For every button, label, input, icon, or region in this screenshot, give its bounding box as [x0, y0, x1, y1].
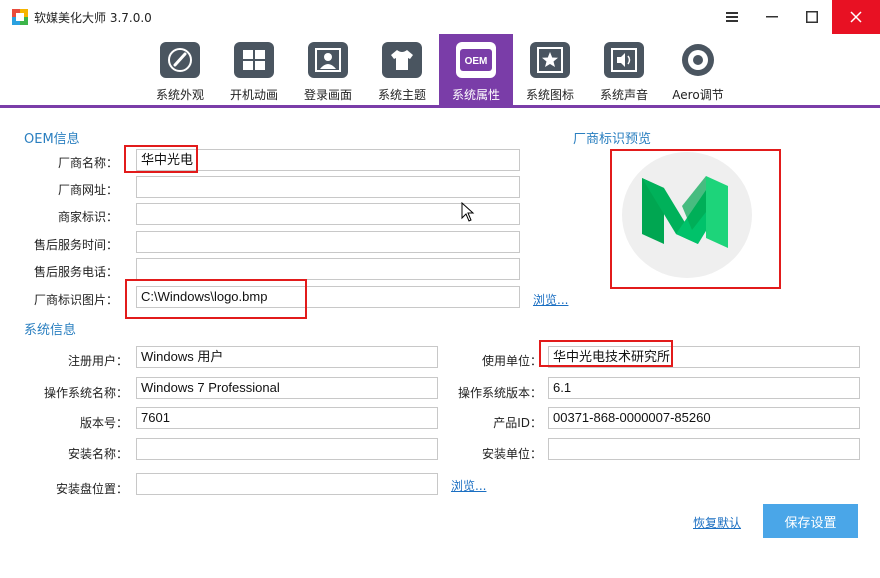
speaker-icon — [604, 42, 644, 78]
vendor-name-label: 厂商名称： — [57, 156, 118, 170]
tab-label: 系统外观 — [155, 88, 204, 102]
tab-label: 登录画面 — [303, 88, 352, 102]
maximize-icon[interactable] — [792, 0, 832, 34]
tab-aero-adjust[interactable]: Aero调节 — [661, 34, 735, 105]
build-number-field[interactable]: 7601 — [136, 407, 438, 429]
organization-label: 使用单位： — [481, 354, 542, 368]
organization-field[interactable]: 华中光电技术研究所 — [548, 346, 860, 368]
main-tab-bar: 系统外观 开机动画 登录画面 系统主题 OEM 系统属性 系统图标 系统声音 A… — [0, 34, 880, 108]
support-hours-label: 售后服务时间： — [33, 238, 118, 252]
install-name-label: 安装名称： — [67, 447, 128, 461]
system-section-title: 系统信息 — [24, 323, 77, 338]
oem-icon-text: OEM — [465, 56, 488, 67]
minimize-icon[interactable] — [752, 0, 792, 34]
product-id-field[interactable]: 00371-868-0000007-85260 — [548, 407, 860, 429]
os-name-label: 操作系统名称： — [43, 386, 128, 400]
user-icon — [308, 42, 348, 78]
install-org-field[interactable] — [548, 438, 860, 460]
tab-label: 系统声音 — [599, 88, 648, 102]
support-hours-field[interactable] — [136, 231, 520, 253]
tab-system-theme[interactable]: 系统主题 — [365, 34, 439, 105]
tshirt-icon — [382, 42, 422, 78]
os-name-field[interactable]: Windows 7 Professional — [136, 377, 438, 399]
mouse-cursor-icon — [461, 202, 475, 222]
logo-image-path-field[interactable]: C:\Windows\logo.bmp — [136, 286, 520, 308]
vendor-url-field[interactable] — [136, 176, 520, 198]
tab-label: 系统图标 — [525, 88, 574, 102]
hamburger-icon[interactable] — [712, 0, 752, 34]
registered-user-field[interactable]: Windows 用户 — [136, 346, 438, 368]
tab-login-screen[interactable]: 登录画面 — [291, 34, 365, 105]
tab-label: Aero调节 — [672, 88, 724, 102]
title-bar: 软媒美化大师 3.7.0.0 — [0, 0, 880, 34]
tab-boot-animation[interactable]: 开机动画 — [217, 34, 291, 105]
windows-logo-icon — [234, 42, 274, 78]
install-name-field[interactable] — [136, 438, 438, 460]
brush-icon — [160, 42, 200, 78]
os-version-field[interactable]: 6.1 — [548, 377, 860, 399]
tab-label: 系统属性 — [451, 88, 500, 102]
os-version-label: 操作系统版本： — [457, 386, 542, 400]
restore-defaults-link[interactable]: 恢复默认 — [693, 514, 741, 531]
tab-system-sounds[interactable]: 系统声音 — [587, 34, 661, 105]
product-id-label: 产品ID： — [493, 416, 542, 430]
star-icon — [530, 42, 570, 78]
oem-icon: OEM — [456, 42, 496, 78]
tab-label: 开机动画 — [229, 88, 278, 102]
install-drive-browse-link[interactable]: 浏览... — [451, 477, 486, 494]
aero-ring-icon — [678, 42, 718, 78]
install-org-label: 安装单位： — [481, 447, 542, 461]
save-settings-button[interactable]: 保存设置 — [763, 504, 858, 538]
install-drive-field[interactable] — [136, 473, 438, 495]
build-number-label: 版本号： — [79, 416, 128, 430]
close-icon[interactable] — [832, 0, 880, 34]
medium-m-logo — [642, 176, 728, 248]
logo-preview — [622, 152, 752, 278]
oem-section-title: OEM信息 — [24, 132, 80, 147]
support-phone-label: 售后服务电话： — [33, 265, 118, 279]
preview-title: 厂商标识预览 — [573, 132, 652, 147]
merchant-id-label: 商家标识： — [57, 210, 118, 224]
app-logo-icon — [12, 9, 28, 25]
vendor-url-label: 厂商网址： — [57, 183, 118, 197]
logo-image-label: 厂商标识图片： — [33, 293, 118, 307]
tab-system-icons[interactable]: 系统图标 — [513, 34, 587, 105]
window-title: 软媒美化大师 3.7.0.0 — [34, 11, 152, 25]
tab-system-appearance[interactable]: 系统外观 — [143, 34, 217, 105]
tab-label: 系统主题 — [377, 88, 426, 102]
tab-system-properties[interactable]: OEM 系统属性 — [439, 34, 513, 105]
logo-browse-link[interactable]: 浏览... — [533, 291, 568, 308]
vendor-name-field[interactable]: 华中光电 — [136, 149, 520, 171]
registered-user-label: 注册用户： — [67, 354, 128, 368]
support-phone-field[interactable] — [136, 258, 520, 280]
install-drive-label: 安装盘位置： — [55, 482, 128, 496]
